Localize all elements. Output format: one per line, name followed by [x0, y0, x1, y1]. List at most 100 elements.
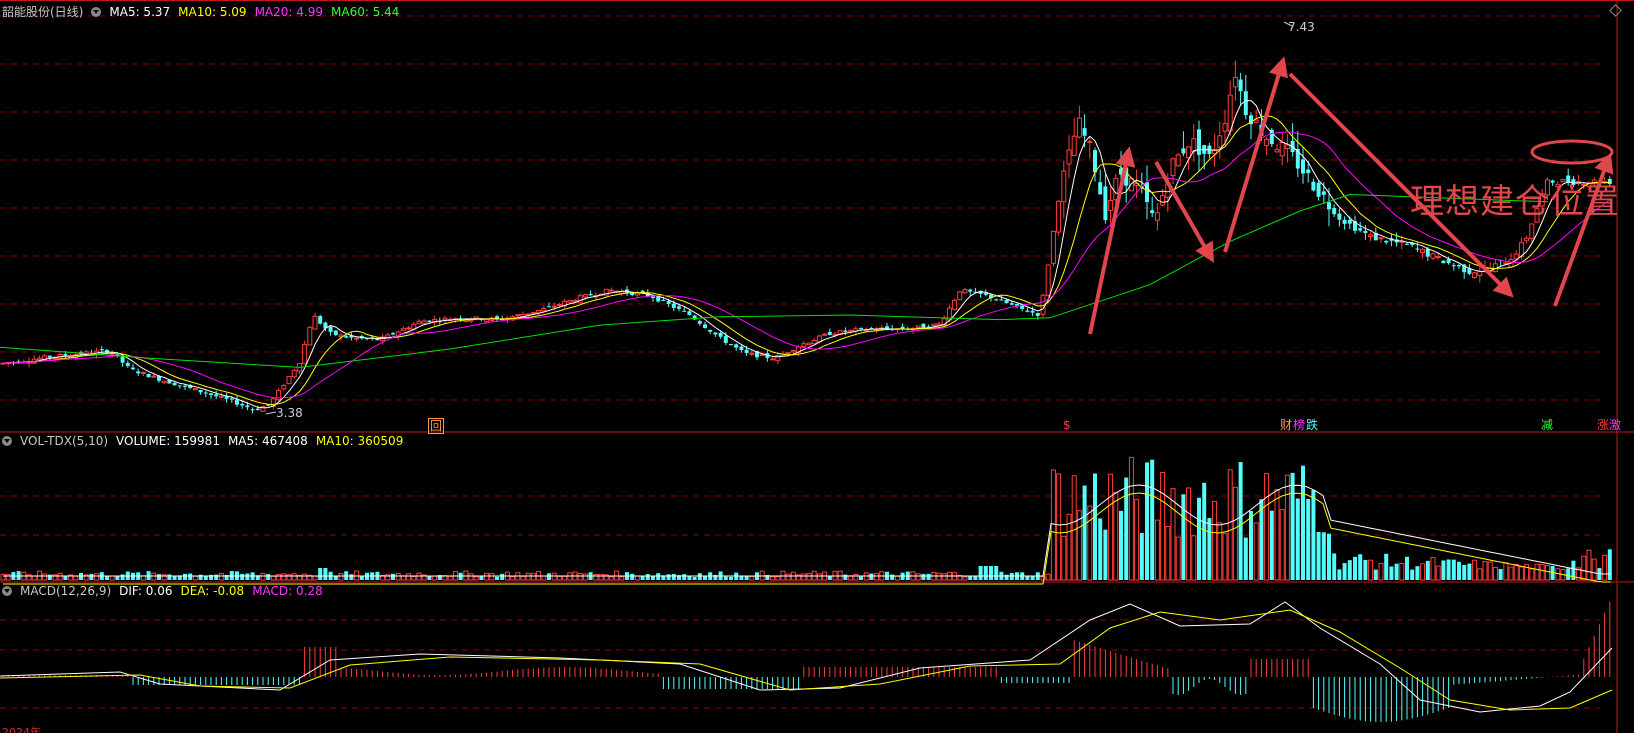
candle-body [1045, 264, 1051, 296]
candle-body [739, 346, 744, 351]
volume-bar [1405, 556, 1409, 580]
event-tag[interactable]: $ [1062, 418, 1072, 432]
volume-value: VOLUME: 159981 [116, 434, 220, 448]
candle-body [1009, 303, 1014, 305]
volume-bar [1227, 469, 1233, 581]
ma20-value: MA20: 4.99 [254, 4, 323, 19]
volume-bar [671, 573, 676, 580]
volume-bar [1399, 562, 1405, 581]
volume-bar [973, 575, 978, 580]
volume-bar [1467, 563, 1472, 580]
volume-bar [495, 576, 499, 580]
candle-body [962, 289, 968, 294]
candle-body [250, 409, 255, 411]
volume-bar [1108, 473, 1114, 581]
ma10-line [2, 115, 1610, 406]
volume-bar [105, 576, 109, 580]
candle-body [1446, 259, 1451, 264]
volume-bar [1175, 536, 1181, 581]
volume-bar [1451, 559, 1456, 580]
candle-body [183, 385, 187, 387]
candle-body [999, 299, 1004, 301]
entry-ellipse [1530, 139, 1614, 165]
volume-bar [894, 575, 900, 581]
volume-bar [656, 573, 661, 580]
volume-bar [500, 573, 505, 580]
dropdown-icon[interactable] [2, 586, 12, 596]
candle-body [140, 371, 146, 374]
candle-body [421, 320, 427, 325]
event-tag[interactable]: 跌 [1305, 418, 1319, 432]
ma10-value: MA10: 5.09 [178, 4, 247, 19]
volume-bar [1301, 465, 1305, 580]
volume-bar [1025, 576, 1030, 580]
volume-bar [936, 572, 942, 581]
candle-body [1170, 158, 1176, 177]
candle-body [209, 393, 213, 396]
volume-bar [276, 573, 282, 581]
volume-bar [630, 573, 635, 580]
volume-bar [1586, 549, 1592, 581]
volume-bar [1269, 510, 1274, 580]
volume-bar [1353, 556, 1357, 580]
volume-bar [697, 573, 702, 580]
candle-body [416, 320, 422, 325]
candle-body [1384, 240, 1389, 243]
candle-body [406, 327, 412, 330]
event-tag[interactable]: 榜 [1292, 418, 1306, 432]
event-tag[interactable]: 减 [1540, 418, 1554, 432]
volume-bar [57, 572, 63, 581]
candle-body [307, 326, 313, 346]
candle-body [235, 399, 239, 405]
volume-bar [291, 573, 297, 581]
candle-body [1420, 249, 1426, 254]
volume-bar [120, 574, 125, 580]
volume-bar [582, 573, 588, 581]
candle-body [708, 329, 713, 332]
volume-bar [266, 574, 271, 580]
dropdown-icon[interactable] [2, 436, 12, 446]
candle-body [229, 398, 234, 400]
event-tag[interactable]: 财 [1279, 418, 1293, 432]
volume-bar [1607, 549, 1612, 580]
candle-body [547, 306, 551, 308]
event-tag[interactable]: 激 [1608, 418, 1622, 432]
volume-bar [167, 574, 172, 580]
volume-bar [869, 573, 874, 580]
volume-bar [214, 574, 219, 580]
dropdown-icon[interactable] [91, 6, 102, 17]
volume-bar [323, 568, 328, 580]
volume-bar [395, 572, 401, 581]
volume-bar [915, 573, 921, 581]
volume-bar [1222, 533, 1228, 581]
candle-body [286, 376, 292, 385]
candle-body [1378, 237, 1384, 240]
candle-body [1056, 200, 1062, 233]
volume-bar [1472, 559, 1478, 581]
dea-value: DEA: -0.08 [180, 584, 245, 598]
candle-body [1342, 219, 1347, 224]
volume-bar [994, 566, 999, 580]
volume-bar [1477, 568, 1483, 581]
volume-bar [520, 575, 526, 581]
candle-body [931, 323, 937, 327]
volume-bar [1368, 559, 1374, 581]
ideal-entry-annotation: 理想建仓位置 [1410, 182, 1620, 222]
candle-body [1087, 140, 1093, 143]
ma60-line [0, 193, 1549, 368]
trend-arrow [1223, 56, 1289, 253]
volume-bar [183, 573, 187, 580]
volume-bar [651, 576, 655, 580]
volume-bar [1358, 554, 1363, 580]
volume-bar [5, 574, 11, 581]
candle-body [203, 392, 208, 394]
candle-body [582, 294, 588, 298]
candle-body [146, 373, 151, 378]
volume-bar [816, 573, 822, 581]
volume-bar [1217, 522, 1223, 581]
volume-bar [1457, 561, 1461, 580]
candle-body [718, 332, 723, 337]
candle-body [1274, 148, 1280, 153]
event-tag[interactable]: 回 [428, 418, 445, 434]
volume-bar [1482, 561, 1488, 581]
